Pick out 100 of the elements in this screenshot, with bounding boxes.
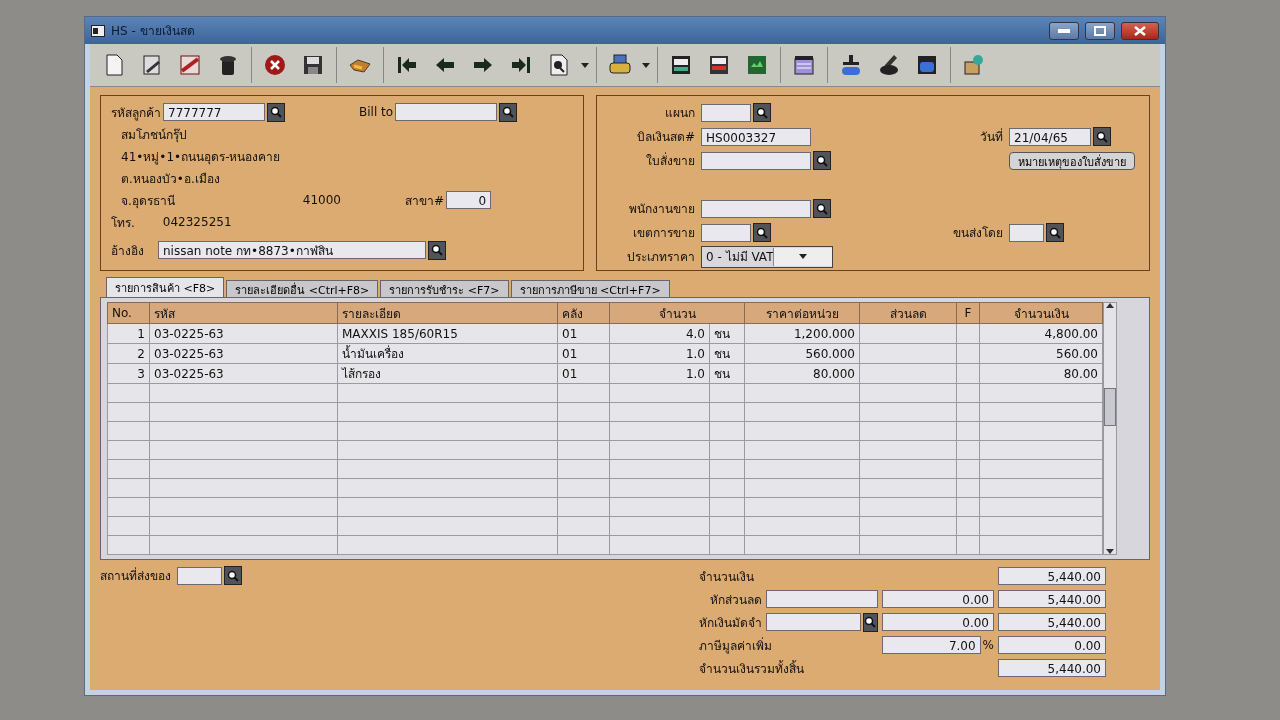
close-button[interactable] <box>1121 21 1159 40</box>
search-button[interactable] <box>428 240 446 260</box>
search-icon <box>270 106 282 118</box>
address-line: 41•หมู่•1•ถนนอุดร-หนองคาย <box>121 148 281 166</box>
caret-icon[interactable] <box>642 62 650 68</box>
field-label: บิลเงินสด# <box>635 129 695 146</box>
search-icon <box>816 154 828 167</box>
search-button[interactable] <box>862 612 878 632</box>
input-field[interactable]: 0 <box>446 191 492 209</box>
search-button[interactable] <box>224 566 242 585</box>
minimize-icon <box>1058 28 1070 33</box>
field-label: หักเงินมัดจำ <box>699 614 762 632</box>
input-field[interactable] <box>1009 223 1044 242</box>
app-icon <box>91 24 105 37</box>
package-icon[interactable] <box>962 53 986 78</box>
field-label: ขนส่งโดย <box>952 225 1003 242</box>
scroll-up-icon[interactable] <box>1106 303 1114 308</box>
input-field[interactable] <box>766 613 861 631</box>
column-header[interactable]: จำนวนเงิน <box>979 302 1103 324</box>
tab[interactable]: รายละเอียดอื่น <Ctrl+F8> <box>226 280 379 297</box>
input-field[interactable] <box>395 103 498 121</box>
input-field[interactable]: 0.00 <box>998 636 1106 654</box>
search-button[interactable] <box>813 199 831 218</box>
field-label: Bill to <box>359 105 394 119</box>
field-label: ภาษีมูลค่าเพิ่ม <box>699 638 772 653</box>
search-button[interactable] <box>1046 223 1064 242</box>
search-button[interactable] <box>267 102 285 122</box>
caret-icon[interactable] <box>581 62 589 68</box>
input-field[interactable] <box>701 199 811 218</box>
scroll-thumb[interactable] <box>1104 388 1116 426</box>
search-icon <box>431 244 443 256</box>
search-button[interactable] <box>813 151 831 170</box>
input-field[interactable]: 5,440.00 <box>998 613 1106 631</box>
input-field[interactable]: HS0003327 <box>701 127 811 146</box>
note-button[interactable]: หมายเหตุของใบสั่งขาย <box>1009 151 1135 170</box>
postcode: 41000 <box>302 193 341 207</box>
input-field[interactable]: 21/04/65 <box>1009 127 1091 146</box>
input-field[interactable] <box>701 223 751 242</box>
field-label: พนักงานขาย <box>628 201 695 218</box>
address-line: จ.อุดรธานี <box>121 192 175 210</box>
search-icon <box>816 202 828 215</box>
search-icon <box>1049 226 1061 239</box>
phone-number: 042325251 <box>162 215 232 229</box>
percent-sign: % <box>982 638 994 652</box>
column-header[interactable]: รายละเอียด <box>337 302 558 324</box>
field-label: ใบสั่งขาย <box>645 151 695 170</box>
minimize-button[interactable] <box>1049 21 1079 40</box>
input-field[interactable]: 7777777 <box>163 103 265 121</box>
maximize-icon <box>1094 25 1106 36</box>
stamp-icon[interactable] <box>839 53 863 78</box>
cancel-icon[interactable] <box>263 53 287 78</box>
input-field[interactable]: 0.00 <box>882 590 994 608</box>
field-label: สาขา# <box>405 192 445 210</box>
field-label: วันที่ <box>979 127 1003 146</box>
tab[interactable]: รายการสินค้า <F8> <box>106 277 225 297</box>
stamp-document-icon[interactable] <box>178 53 202 78</box>
field-label: สถานที่ส่งของ <box>100 566 171 585</box>
input-field[interactable]: 7.00 <box>882 636 981 654</box>
table-cell: 1 <box>107 323 150 344</box>
search-icon <box>756 106 768 119</box>
search-icon <box>227 569 239 582</box>
window-title: HS - ขายเงินสด <box>111 23 196 41</box>
input-field[interactable] <box>701 151 811 170</box>
input-field[interactable]: 5,440.00 <box>998 590 1106 608</box>
search-icon <box>864 616 877 628</box>
search-button[interactable] <box>753 103 771 122</box>
price-type-dropdown[interactable]: 0 - ไม่มี VAT <box>701 245 833 268</box>
field-label: จำนวนเงิน <box>699 569 754 584</box>
input-field[interactable] <box>177 566 222 585</box>
column-header[interactable]: ราคาต่อหน่วย <box>744 302 860 324</box>
input-field[interactable]: 0.00 <box>882 613 994 631</box>
column-header[interactable]: ส่วนลด <box>859 302 957 324</box>
field-label: หักส่วนลด <box>709 591 762 609</box>
calendar-icon[interactable] <box>792 53 816 78</box>
search-button[interactable] <box>753 223 771 242</box>
search-button[interactable] <box>1093 127 1111 146</box>
scroll-down-icon[interactable] <box>1106 549 1114 554</box>
column-header[interactable]: รหัส <box>149 302 338 324</box>
search-button[interactable] <box>499 102 518 122</box>
scrollbar[interactable] <box>1103 302 1117 555</box>
column-header[interactable]: คลัง <box>557 302 610 324</box>
field-label: จำนวนเงินรวมทั้งสิ้น <box>699 661 804 676</box>
close-icon <box>1134 25 1146 36</box>
input-field[interactable]: nissan note กท•8873•กาฬสิน <box>158 241 426 259</box>
input-field[interactable] <box>701 103 751 122</box>
column-header[interactable]: No. <box>107 302 150 324</box>
input-field[interactable]: 5,440.00 <box>998 567 1106 585</box>
column-header[interactable]: F <box>956 302 980 324</box>
magnifier-document-icon[interactable] <box>547 53 571 78</box>
maximize-button[interactable] <box>1085 21 1115 40</box>
input-field[interactable] <box>766 590 878 608</box>
input-field[interactable]: 5,440.00 <box>998 659 1106 677</box>
customer-name: สมโภชน์กรุ๊ป <box>121 126 187 144</box>
tab[interactable]: รายการภาษีขาย <Ctrl+F7> <box>510 280 670 297</box>
field-label: รหัสลูกค้า <box>111 104 161 122</box>
caret-icon <box>799 254 808 259</box>
column-header[interactable]: จำนวน <box>609 302 745 324</box>
table-cell: 3 <box>107 363 150 384</box>
tab[interactable]: รายการรับชำระ <F7> <box>380 280 509 297</box>
search-icon <box>756 226 768 239</box>
